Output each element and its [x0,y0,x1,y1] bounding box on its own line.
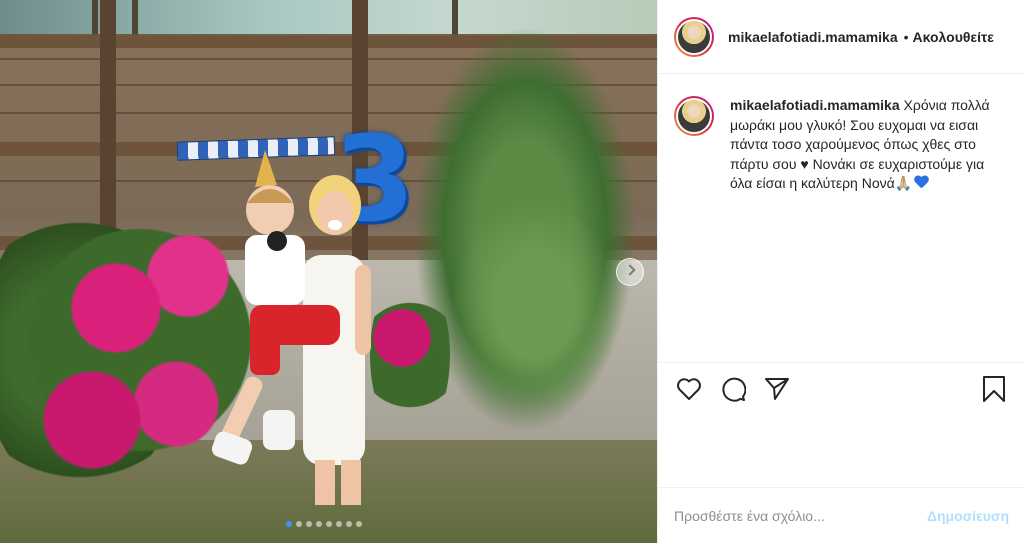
following-button[interactable]: Ακολουθείτε [913,29,994,45]
caption-text-block: mikaelafotiadi.mamamika Χρόνια πολλά μωρ… [730,96,1000,195]
people-figures [211,150,371,505]
carousel-dot [316,521,322,527]
comment-icon [722,377,746,402]
post-comment-button[interactable]: Δημοσίευση [927,508,1009,524]
post-header: mikaelafotiadi.mamamika • Ακολουθείτε [658,0,1024,74]
heart-icon [677,377,701,400]
post-caption: mikaelafotiadi.mamamika Χρόνια πολλά μωρ… [674,96,1014,195]
header-separator: • [903,28,909,45]
like-button[interactable] [674,374,704,404]
post-side-panel: mikaelafotiadi.mamamika • Ακολουθείτε mi… [657,0,1024,543]
praying-hands-emoji: 🙏🏼 [894,176,913,192]
share-button[interactable] [762,374,792,404]
save-button[interactable] [979,374,1009,404]
carousel-indicator [286,521,362,527]
avatar[interactable] [674,16,714,57]
carousel-dot [296,521,302,527]
blue-heart-icon [914,176,929,189]
carousel-dot [326,521,332,527]
caption-avatar[interactable] [674,96,714,136]
paper-plane-icon [765,377,789,400]
post-actions [658,362,1024,414]
chevron-right-icon [624,264,636,276]
comment-form: Δημοσίευση [658,487,1024,543]
bookmark-icon [983,375,1005,402]
carousel-dot [336,521,342,527]
header-username[interactable]: mikaelafotiadi.mamamika [728,29,898,45]
caption-username[interactable]: mikaelafotiadi.mamamika [730,97,900,113]
carousel-dot [356,521,362,527]
carousel-dot [306,521,312,527]
post-photo[interactable]: 3 [0,0,657,543]
comment-button[interactable] [718,374,748,404]
carousel-dot [286,521,292,527]
carousel-dot [346,521,352,527]
next-slide-button[interactable] [616,258,644,286]
comment-input[interactable] [674,507,927,524]
